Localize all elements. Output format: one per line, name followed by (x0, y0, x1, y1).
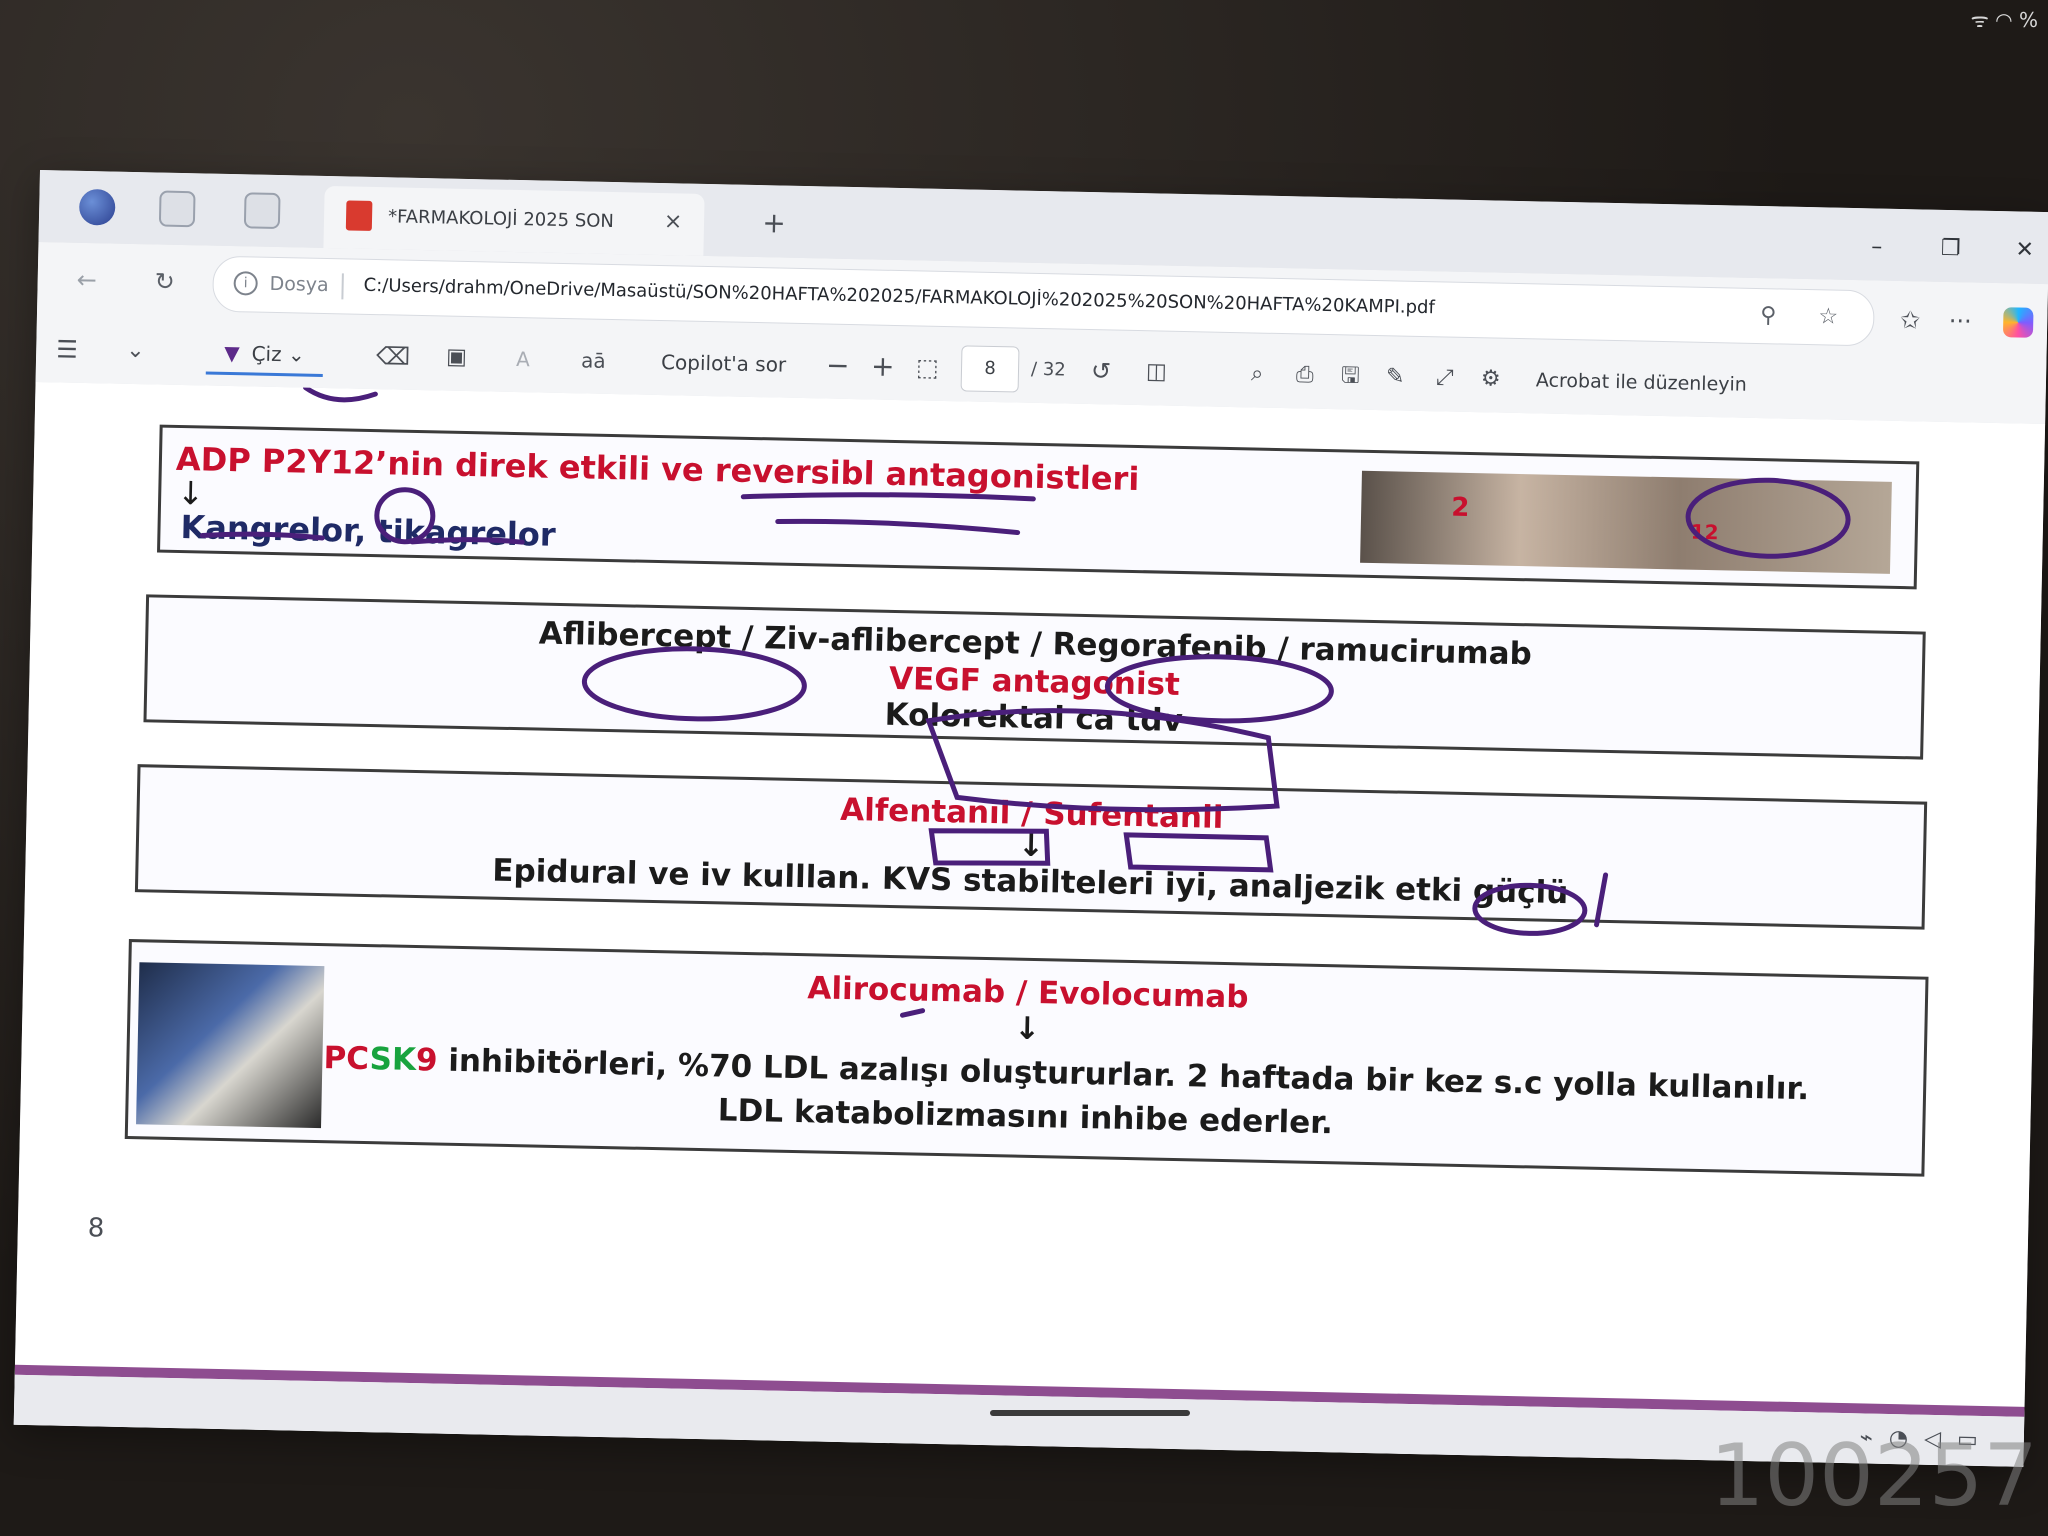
workspaces-icon[interactable] (158, 190, 196, 228)
p2y12-title: ADP P2Y12’nin direk etkili ve reversibl … (175, 439, 1140, 499)
url-text[interactable]: C:/Users/drahm/OneDrive/Masaüstü/SON%20H… (363, 275, 1623, 322)
slide-box-pcsk9: Alirocumab / Evolocumab ↓ PCSK9 inhibitö… (124, 939, 1929, 1177)
draw-label: Çiz (251, 341, 282, 367)
laptop-screen: *FARMAKOLOJİ 2025 SON × + – ❐ ✕ ← ↻ i Do… (13, 170, 2048, 1467)
table-of-contents-icon[interactable]: ☰ (56, 330, 78, 368)
search-icon[interactable]: ⌕ (1251, 355, 1264, 393)
window-controls: – ❐ ✕ (1863, 234, 2039, 263)
draw-icon: ▼ (223, 340, 240, 366)
minimize-button[interactable]: – (1863, 234, 1892, 260)
page-number-input[interactable]: 8 (960, 345, 1020, 393)
rotate-icon[interactable]: ↺ (1091, 352, 1112, 390)
slide-box-opioids: Alfentanil / Sufentanil ↓ Epidural ve iv… (134, 764, 1928, 930)
fullscreen-icon[interactable]: ⤢ (1436, 359, 1454, 397)
slide-box-vegf: Aflibercept / Ziv-aflibercept / Regorafe… (143, 594, 1926, 760)
tab-pdf-document[interactable]: *FARMAKOLOJİ 2025 SON × (323, 185, 705, 256)
draw-button[interactable]: ▼ Çiz ⌄ (205, 333, 324, 377)
edit-with-acrobat-button[interactable]: Acrobat ile düzenleyin (1536, 361, 1748, 403)
settings-icon[interactable]: ⚙ (1481, 360, 1502, 398)
device-status-icons: ᯤ ◠ % (1970, 8, 2038, 32)
back-icon[interactable]: ← (67, 261, 106, 300)
view-icon[interactable]: ▣ (446, 339, 468, 377)
reload-icon[interactable]: ↻ (145, 262, 184, 301)
page-view-icon[interactable]: ◫ (1146, 353, 1168, 391)
highlight-icon[interactable]: ⌄ (126, 332, 145, 370)
home-indicator (990, 1410, 1190, 1416)
p2y12-drugs: Kangrelor, tikagrelor (180, 508, 557, 554)
ask-copilot-button[interactable]: Copilot'a sor (661, 343, 787, 384)
down-arrow-icon: ↓ (176, 473, 205, 513)
new-tab-button[interactable]: + (754, 203, 795, 244)
close-tab-button[interactable]: × (656, 205, 691, 240)
read-aloud-icon[interactable]: aā (581, 341, 606, 380)
illustration-label-2: 2 (1450, 492, 1470, 524)
profile-avatar-icon[interactable] (78, 188, 116, 226)
restore-button[interactable]: ❐ (1937, 236, 1966, 262)
tab-actions-icon[interactable] (243, 192, 281, 230)
illustration-label-12: 12 (1690, 519, 1719, 545)
fit-to-page-icon[interactable]: ⬚ (916, 348, 939, 386)
receptor-illustration: 2 12 (1360, 470, 1892, 574)
add-text-icon[interactable]: A (516, 340, 530, 378)
more-options-icon[interactable]: ··· (1943, 304, 1978, 339)
favorite-star-icon[interactable]: ☆ (1813, 302, 1844, 333)
favorites-icon[interactable]: ✩ (1893, 303, 1928, 338)
address-separator (341, 273, 344, 300)
zoom-out-button[interactable]: − (826, 347, 850, 385)
save-as-icon[interactable]: ✎ (1386, 358, 1405, 396)
copilot-icon[interactable] (2002, 307, 2034, 338)
ink-mark-top (303, 385, 378, 403)
pdf-page[interactable]: ADP P2Y12’nin direk etkili ve reversibl … (13, 381, 2046, 1467)
pdf-file-icon (345, 200, 373, 231)
photo-watermark: 100257 (1709, 1426, 2038, 1526)
tab-title: *FARMAKOLOJİ 2025 SON (387, 206, 615, 233)
zoom-in-button[interactable]: + (871, 347, 895, 385)
eraser-icon[interactable]: ⌫ (376, 337, 411, 376)
slide-box-p2y12: ADP P2Y12’nin direk etkili ve reversibl … (157, 424, 1920, 590)
site-label: Dosya (269, 272, 329, 297)
page-total: / 32 (1030, 358, 1066, 381)
pcsk9-9: 9 (415, 1042, 438, 1079)
pcsk9-p: PC (323, 1040, 370, 1078)
save-icon[interactable]: 🖫 (1341, 357, 1361, 395)
slide-page-number: 8 (87, 1213, 105, 1244)
zoom-icon[interactable]: ⚲ (1753, 301, 1784, 332)
close-window-button[interactable]: ✕ (2010, 237, 2039, 263)
pcsk9-sk: SK (369, 1041, 417, 1079)
site-info-icon[interactable]: i (233, 271, 258, 296)
print-icon[interactable]: ⎙ (1296, 356, 1314, 394)
